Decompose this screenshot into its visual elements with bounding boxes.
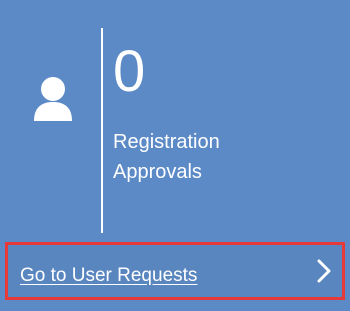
user-icon: [30, 75, 76, 123]
go-to-user-requests-link[interactable]: Go to User Requests: [20, 265, 197, 287]
tile-label-line-1: Registration: [113, 131, 220, 153]
go-to-user-requests-button[interactable]: Go to User Requests: [5, 242, 345, 300]
tile-body: 0 Registration Approvals: [0, 0, 350, 241]
tile-label-line-2: Approvals: [113, 161, 202, 183]
tile-label: Registration Approvals: [113, 127, 313, 187]
tile-divider: [101, 28, 103, 233]
chevron-right-icon[interactable]: [312, 257, 336, 285]
approval-count: 0: [113, 39, 146, 104]
registration-approvals-tile: 0 Registration Approvals Go to User Requ…: [0, 0, 350, 311]
